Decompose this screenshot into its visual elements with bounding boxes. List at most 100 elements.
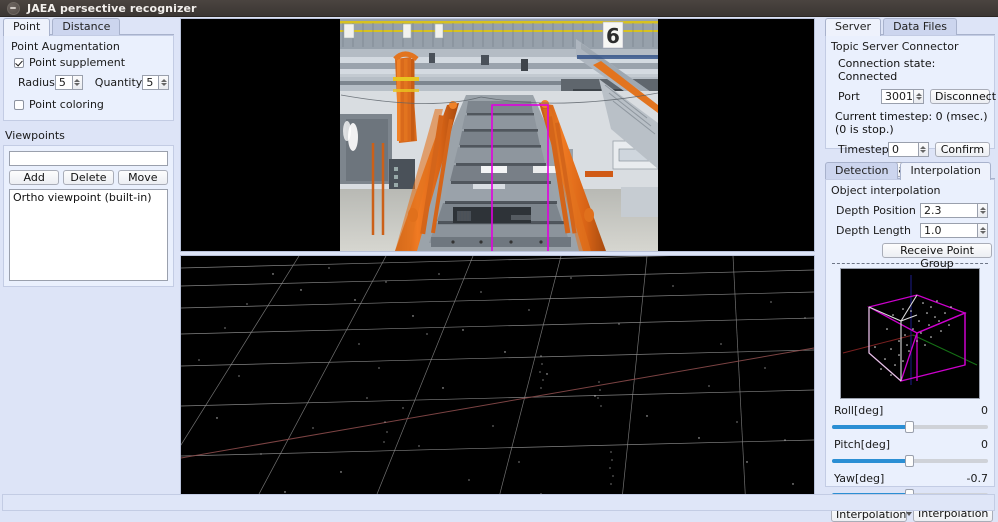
chevron-down-icon[interactable]	[74, 83, 81, 86]
yaw-label: Yaw[deg]	[834, 472, 885, 485]
point-augmentation-group: Point Augmentation Point supplement Radi…	[3, 35, 174, 121]
topic-server-connector-group: Topic Server Connector Connection state:…	[825, 35, 996, 177]
object-interpolation-group: Object interpolation Depth Position 2.3 …	[825, 179, 995, 522]
application-window: JAEA persective recognizer Point Distanc…	[0, 0, 998, 522]
chevron-up-icon[interactable]	[915, 93, 922, 96]
depth-length-value[interactable]: 1.0	[920, 223, 977, 238]
move-viewpoint-button[interactable]: Move	[117, 170, 168, 185]
depth-position-label: Depth Position	[836, 204, 916, 217]
radius-stepper[interactable]: 5	[54, 75, 83, 90]
pitch-slider[interactable]	[832, 453, 988, 467]
pitch-value: 0	[981, 438, 988, 451]
left-sidebar: Point Distance Point Augmentation Point …	[0, 17, 177, 491]
radius-label: Radius	[18, 76, 55, 89]
depth-length-label: Depth Length	[836, 224, 911, 237]
add-viewpoint-button[interactable]: Add	[9, 170, 60, 185]
window-title: JAEA persective recognizer	[27, 1, 197, 15]
port-label: Port	[838, 90, 860, 103]
chevron-down-icon[interactable]	[160, 83, 167, 86]
right-bottom-tabstrip: Detection Interpolation	[825, 162, 995, 180]
roll-slider[interactable]	[832, 419, 988, 433]
receive-point-group-button[interactable]: Receive Point Group	[882, 243, 992, 270]
camera-image-render: 6	[181, 19, 814, 251]
pitch-label: Pitch[deg]	[834, 438, 891, 451]
depth-position-value[interactable]: 2.3	[920, 203, 977, 218]
timestep-label: Timestep	[838, 143, 889, 156]
point-supplement-label: Point supplement	[29, 56, 126, 69]
tab-distance[interactable]: Distance	[52, 18, 121, 35]
depth-position-stepper[interactable]: 2.3	[920, 203, 988, 218]
timestep-stepper[interactable]: 0	[888, 142, 929, 157]
quantity-stepper[interactable]: 5	[142, 75, 169, 90]
tab-detection[interactable]: Detection	[825, 162, 899, 179]
port-value[interactable]: 3001	[881, 89, 913, 104]
point-supplement-checkbox[interactable]	[14, 57, 24, 68]
title-bar: JAEA persective recognizer	[0, 0, 998, 17]
roll-value: 0	[981, 404, 988, 417]
chevron-down-icon[interactable]	[920, 150, 927, 153]
topic-server-connector-label: Topic Server Connector	[831, 40, 959, 53]
viewpoint-name-input[interactable]	[9, 151, 168, 166]
delete-viewpoint-button[interactable]: Delete	[63, 170, 114, 185]
list-item[interactable]: Ortho viewpoint (built-in)	[10, 190, 167, 205]
timestep-value[interactable]: 0	[888, 142, 918, 157]
tab-server[interactable]: Server	[825, 18, 882, 36]
pitch-slider-group: Pitch[deg] 0	[830, 438, 990, 467]
point-coloring-checkbox[interactable]	[14, 99, 24, 110]
chevron-up-icon[interactable]	[979, 227, 986, 230]
chevron-down-icon[interactable]	[979, 231, 986, 234]
camera-image-view[interactable]: 6	[180, 18, 815, 252]
viewpoints-section: Viewpoints Add Delete Move Ortho viewpoi…	[3, 129, 174, 287]
depth-position-stepper-buttons[interactable]	[977, 203, 988, 218]
timestep-stepper-buttons[interactable]	[917, 142, 929, 157]
point-supplement-checkbox-row[interactable]: Point supplement	[14, 56, 169, 69]
minimize-icon[interactable]	[7, 1, 20, 15]
roll-slider-group: Roll[deg] 0	[830, 404, 990, 433]
radius-value[interactable]: 5	[54, 75, 72, 90]
point-cloud-render	[181, 256, 814, 509]
confirm-button[interactable]: Confirm	[934, 142, 990, 157]
viewpoints-list[interactable]: Ortho viewpoint (built-in)	[9, 189, 168, 281]
chevron-up-icon[interactable]	[74, 79, 81, 82]
point-cloud-3d-view[interactable]	[180, 255, 815, 510]
tab-interpolation[interactable]: Interpolation	[900, 162, 991, 180]
quantity-label: Quantity	[94, 76, 143, 89]
object-interpolation-label: Object interpolation	[831, 184, 941, 197]
chevron-up-icon[interactable]	[160, 79, 167, 82]
object-preview-render	[841, 269, 979, 398]
right-top-tabstrip: Server Data Files	[825, 18, 995, 36]
chevron-down-icon[interactable]	[915, 97, 922, 100]
port-stepper-buttons[interactable]	[913, 89, 924, 104]
left-tabstrip: Point Distance	[3, 18, 174, 36]
chevron-down-icon[interactable]	[979, 211, 986, 214]
svg-text:6: 6	[606, 24, 620, 48]
roll-label: Roll[deg]	[834, 404, 884, 417]
port-stepper[interactable]: 3001	[881, 89, 924, 104]
pitch-slider-handle[interactable]	[905, 455, 914, 467]
section-divider	[832, 263, 988, 264]
viewpoints-group: Add Delete Move Ortho viewpoint (built-i…	[3, 145, 174, 287]
point-augmentation-label: Point Augmentation	[11, 40, 120, 53]
tab-data-files[interactable]: Data Files	[883, 18, 957, 35]
roll-slider-handle[interactable]	[905, 421, 914, 433]
viewpoint-button-row: Add Delete Move	[9, 170, 168, 185]
radius-stepper-buttons[interactable]	[71, 75, 83, 90]
chevron-up-icon[interactable]	[979, 207, 986, 210]
chevron-up-icon[interactable]	[920, 146, 927, 149]
viewpoints-label: Viewpoints	[5, 129, 65, 142]
quantity-value[interactable]: 5	[142, 75, 158, 90]
status-bar	[2, 494, 995, 511]
depth-length-stepper[interactable]: 1.0	[920, 223, 988, 238]
yaw-value: -0.7	[966, 472, 988, 485]
object-preview-thumbnail[interactable]	[840, 268, 980, 399]
tab-point[interactable]: Point	[3, 18, 51, 36]
center-viewport-area: 6	[180, 18, 817, 510]
quantity-stepper-buttons[interactable]	[158, 75, 169, 90]
point-coloring-checkbox-row[interactable]: Point coloring	[14, 98, 169, 111]
right-sidebar: Server Data Files Topic Server Connector…	[822, 17, 998, 522]
current-timestep-text: Current timestep: 0 (msec.) (0 is stop.)	[835, 110, 988, 136]
disconnect-button[interactable]: Disconnect	[930, 89, 996, 104]
point-coloring-label: Point coloring	[29, 98, 104, 111]
pitch-slider-fill	[832, 459, 910, 463]
depth-length-stepper-buttons[interactable]	[977, 223, 988, 238]
